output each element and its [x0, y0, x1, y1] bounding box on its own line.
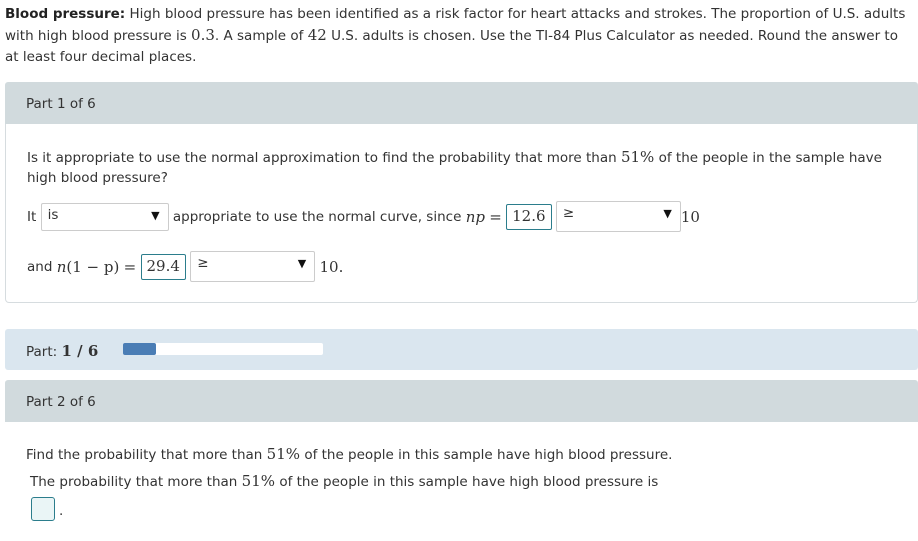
np-symbol: np	[465, 207, 485, 226]
appropriate-select[interactable]: is ▼	[40, 202, 169, 231]
a-text: The probability that more than	[30, 474, 238, 490]
progress-section: Part: 1 / 6	[5, 329, 918, 370]
equals: =	[123, 257, 137, 276]
dropdown-arrow-icon: ▼	[297, 257, 307, 270]
a-text: of the people in this sample have high b…	[279, 474, 659, 490]
nq-input[interactable]: 29.4	[140, 253, 186, 280]
sample-size: 42	[307, 26, 327, 44]
q-text: Is it appropriate to use the normal appr…	[27, 150, 617, 166]
part2-title: Part 2 of 6	[26, 394, 96, 410]
part1-title: Part 1 of 6	[26, 96, 96, 112]
part2-answer-text: The probability that more than 51% of th…	[30, 472, 658, 490]
one-minus-p: (1 − p)	[66, 257, 120, 276]
np-compare-select[interactable]: ≥ ▼	[555, 201, 681, 232]
problem-intro: Blood pressure: High blood pressure has …	[5, 4, 915, 68]
dropdown-arrow-icon: ▼	[663, 207, 672, 220]
intro-text: . A sample of	[214, 28, 304, 44]
ten: 10	[680, 207, 700, 226]
progress-value: 1 / 6	[61, 342, 99, 360]
part2-header: Part 2 of 6	[5, 380, 918, 422]
q-text: Find the probability that more than	[26, 447, 263, 463]
pct: 51%	[620, 148, 655, 166]
and-label: and	[27, 258, 53, 275]
np-input[interactable]: 12.6	[506, 203, 552, 230]
ten: 10.	[319, 257, 344, 276]
selected-value: ≥	[562, 205, 575, 221]
period: .	[59, 503, 64, 519]
dropdown-arrow-icon: ▼	[151, 208, 160, 222]
text: appropriate to use the normal curve, sin…	[172, 208, 462, 225]
progress-text: Part:	[26, 344, 58, 360]
problem-label: Blood pressure:	[5, 6, 126, 22]
nq-compare-select[interactable]: ≥ ▼	[190, 251, 316, 282]
n-symbol: n	[56, 257, 67, 276]
selected-value: is	[47, 206, 59, 223]
proportion-value: 0.3	[191, 26, 215, 44]
part1-body: Is it appropriate to use the normal appr…	[5, 124, 918, 303]
selected-value: ≥	[197, 255, 209, 271]
np-row: It is ▼ appropriate to use the normal cur…	[27, 201, 700, 232]
nq-row: and n (1 − p) = 29.4 ≥ ▼ 10.	[27, 251, 343, 282]
part2-question: Find the probability that more than 51% …	[26, 445, 672, 463]
equals: =	[489, 207, 502, 226]
progress-label: Part: 1 / 6	[26, 342, 98, 360]
part1-header: Part 1 of 6	[5, 82, 918, 124]
pct: 51%	[241, 472, 276, 490]
part1-question: Is it appropriate to use the normal appr…	[27, 147, 897, 188]
progress-bar	[123, 343, 323, 355]
probability-answer-input[interactable]	[31, 497, 55, 521]
it-label: It	[27, 208, 37, 225]
progress-fill	[123, 343, 157, 355]
pct: 51%	[266, 445, 301, 463]
q-text: of the people in this sample have high b…	[304, 447, 673, 463]
